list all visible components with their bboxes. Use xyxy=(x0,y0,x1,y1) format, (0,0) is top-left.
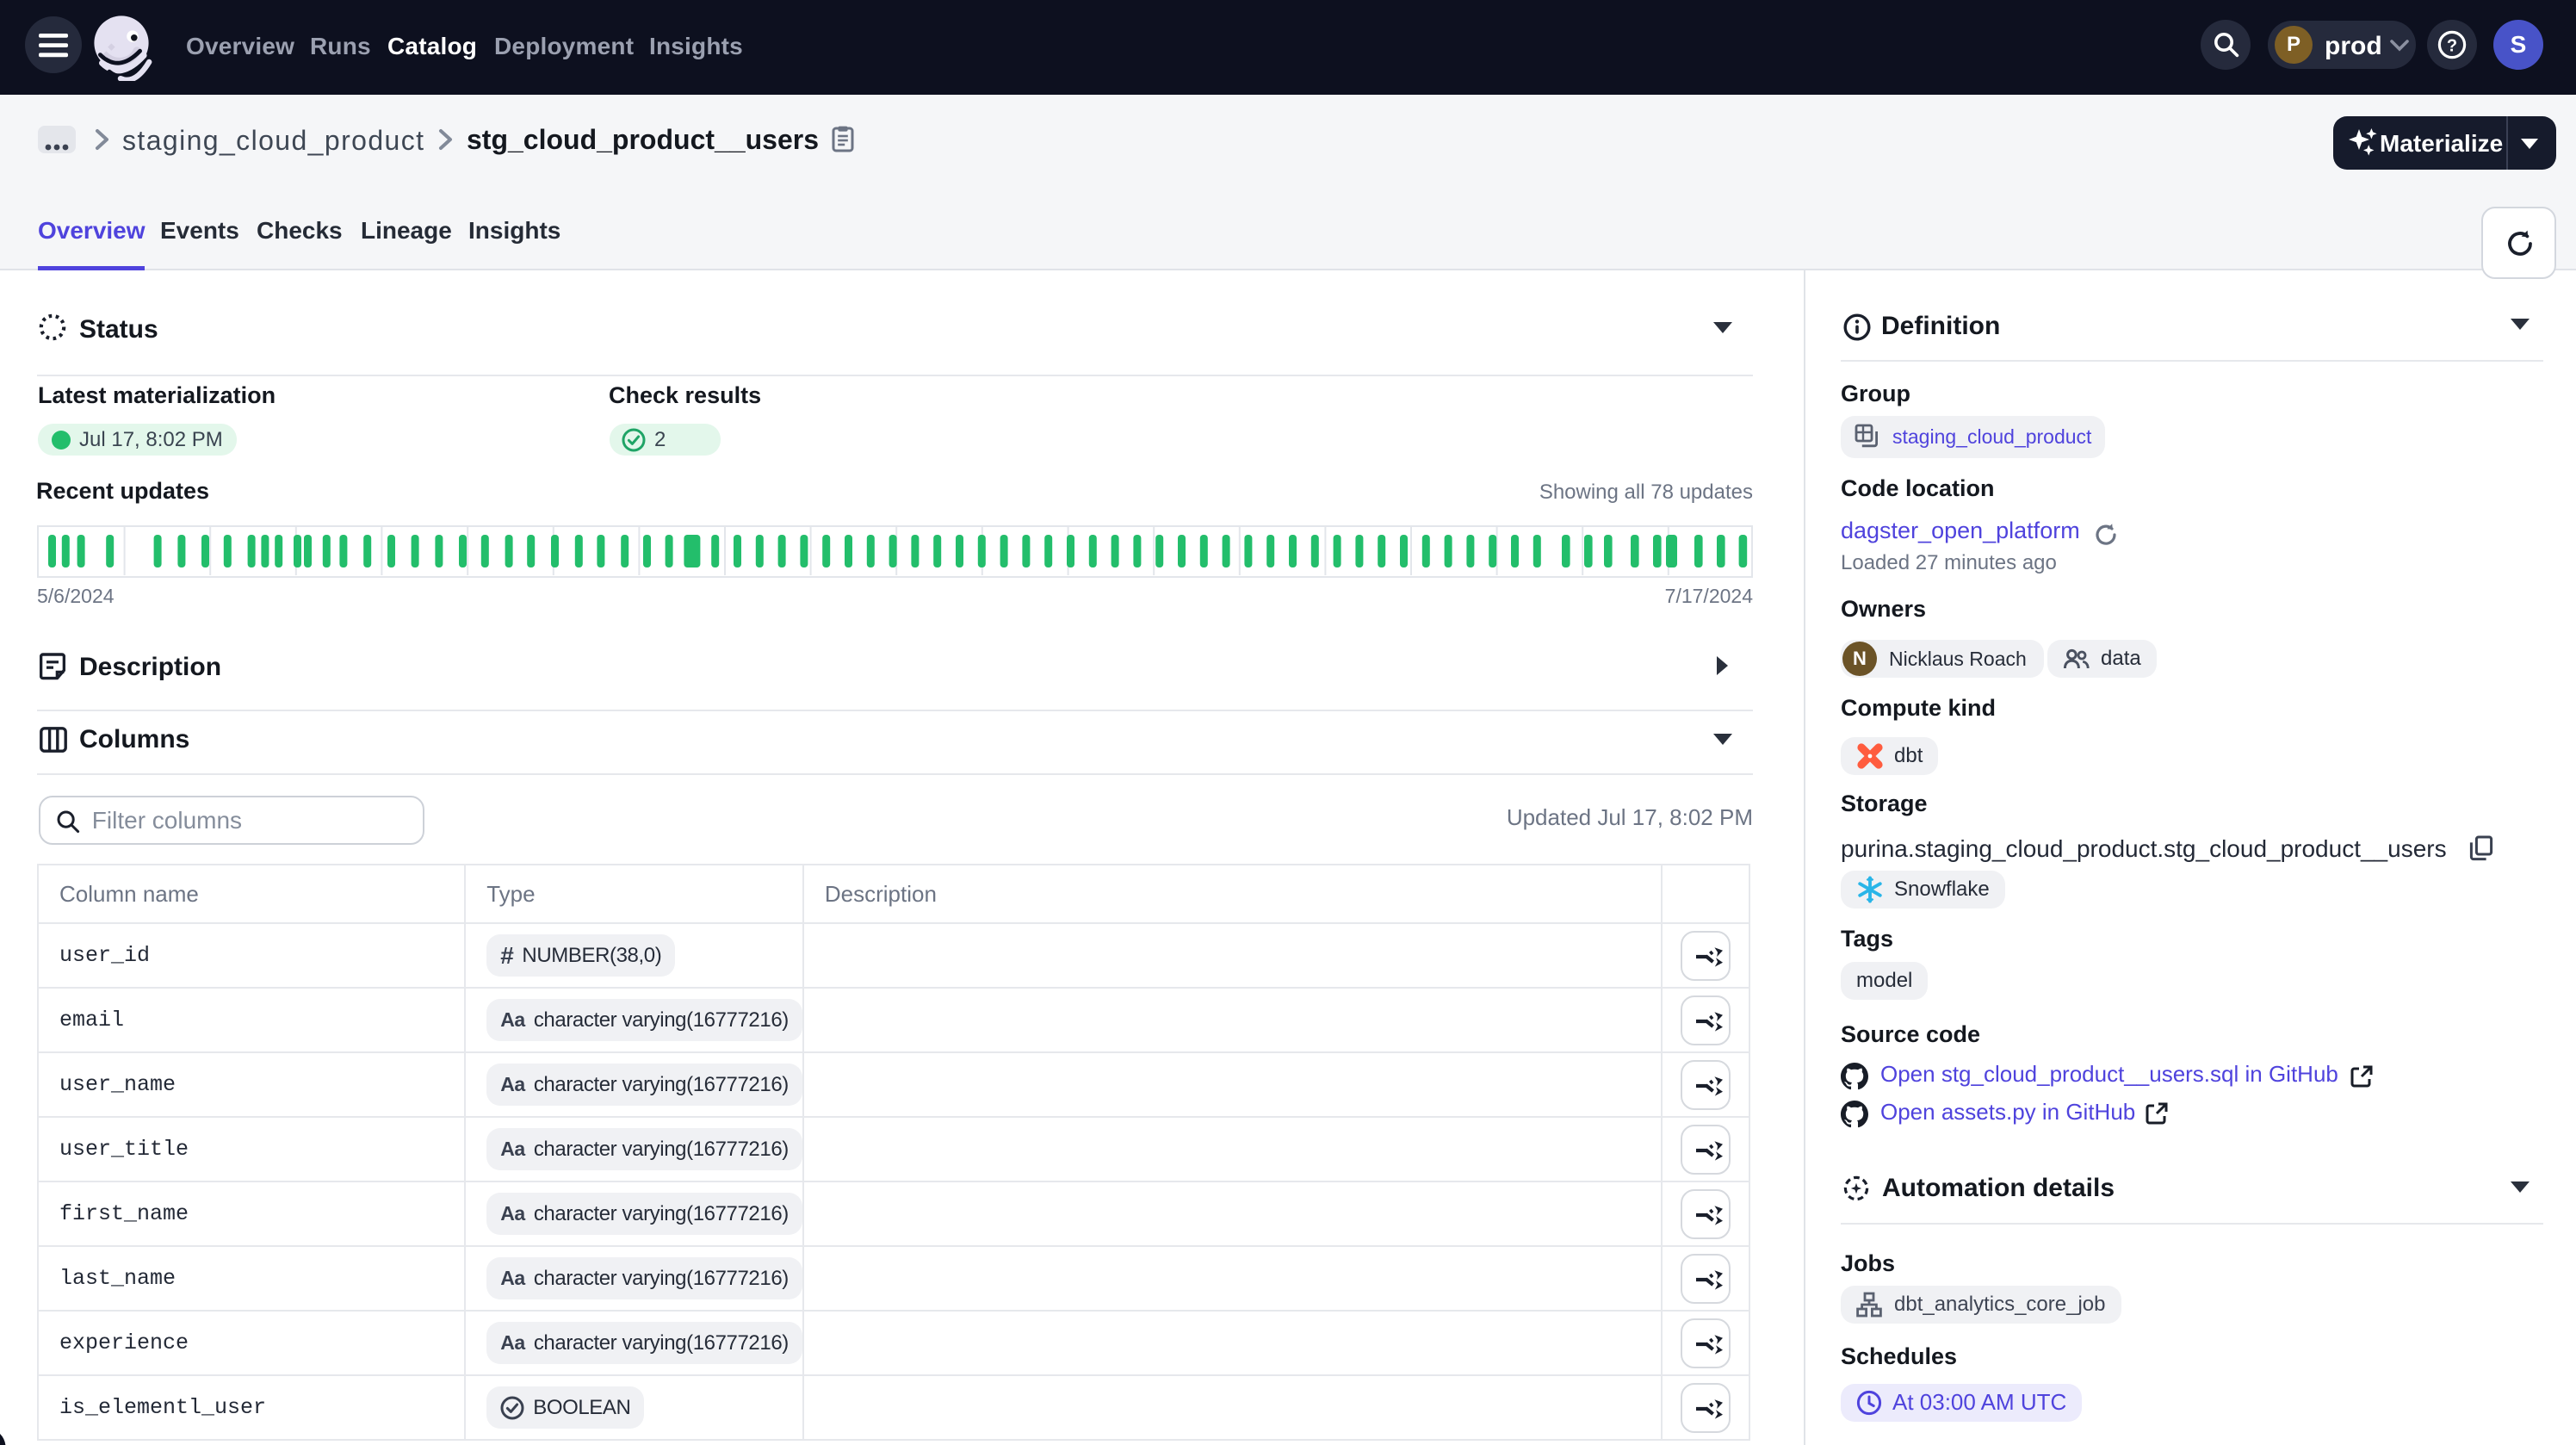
svg-text:?: ? xyxy=(2447,36,2457,55)
